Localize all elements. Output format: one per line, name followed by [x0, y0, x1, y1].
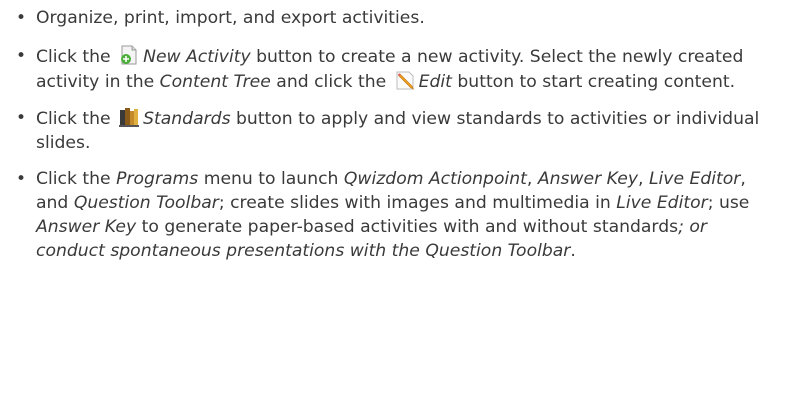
bullet-dot: • [15, 8, 27, 28]
programs-menu-label: Programs [116, 169, 199, 189]
bullet-dot: • [15, 108, 27, 128]
answer-key-label: Answer Key [537, 169, 638, 189]
item-text: menu to launch [198, 169, 344, 189]
list-item-programs: • Click the Programs menu to launch Qwiz… [14, 167, 781, 263]
live-editor-label: Live Editor [616, 193, 708, 213]
live-editor-label: Live Editor [648, 169, 741, 189]
item-text: ; use [707, 193, 750, 213]
item-text: , [638, 169, 649, 189]
question-toolbar-label: Question Toolbar [425, 241, 571, 261]
item-text: , [526, 169, 538, 189]
qwizdom-actionpoint-label: Qwizdom Actionpoint [343, 169, 527, 189]
standards-label: Standards [143, 109, 231, 129]
list-item-organize: • Organize, print, import, and export ac… [14, 6, 781, 30]
item-text: button to start creating content. [451, 72, 736, 92]
edit-pencil-icon [394, 69, 416, 91]
item-text: ; create slides with images and multimed… [218, 193, 617, 213]
bullet-list: • Organize, print, import, and export ac… [14, 6, 781, 263]
new-activity-label: New Activity [143, 47, 251, 67]
new-activity-icon [118, 44, 140, 66]
bullet-dot: • [15, 169, 27, 189]
answer-key-label: Answer Key [36, 217, 137, 237]
edit-label: Edit [418, 72, 452, 92]
list-item-new-activity: • Click the New Activity button to creat… [14, 44, 781, 94]
item-text: Click the [36, 109, 117, 129]
standards-books-icon [118, 106, 140, 128]
question-toolbar-label: Question Toolbar [73, 193, 219, 213]
list-item-standards: • Click the Standards button to apply an… [14, 106, 781, 155]
item-text: Click the [36, 47, 117, 67]
document-page: • Organize, print, import, and export ac… [0, 0, 801, 399]
item-text: Click the [36, 169, 117, 189]
item-text: to generate paper-based activities with … [136, 217, 679, 237]
item-text: and click the [270, 72, 392, 92]
item-text: . [570, 241, 576, 261]
item-text: Organize, print, import, and export acti… [36, 8, 425, 28]
bullet-dot: • [15, 46, 27, 66]
content-tree-label: Content Tree [159, 72, 271, 92]
